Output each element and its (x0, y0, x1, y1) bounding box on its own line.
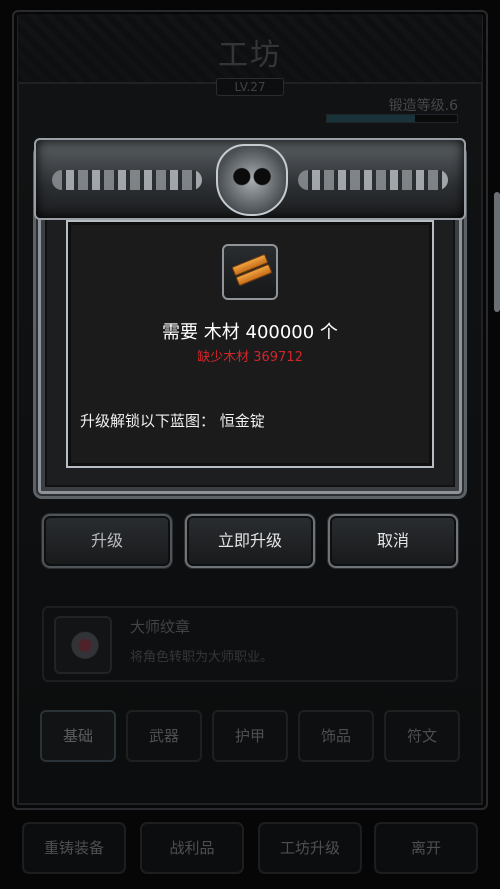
chain-ornament-left (52, 170, 202, 190)
unlock-blueprint-text: 升级解锁以下蓝图： 恒金锭 (80, 412, 265, 430)
instant-upgrade-button[interactable]: 立即升级 (185, 514, 315, 568)
skull-crest-icon (216, 144, 288, 216)
required-item-slot (222, 244, 278, 300)
upgrade-button[interactable]: 升级 (42, 514, 172, 568)
chain-ornament-right (298, 170, 448, 190)
cancel-button[interactable]: 取消 (328, 514, 458, 568)
side-scroll-handle[interactable] (494, 192, 500, 312)
dialog-crest-ornament (34, 138, 466, 220)
requirement-text: 需要 木材 400000 个 (162, 322, 338, 343)
wood-planks-icon (231, 253, 273, 287)
shortage-text: 缺少木材 369712 (197, 350, 303, 365)
